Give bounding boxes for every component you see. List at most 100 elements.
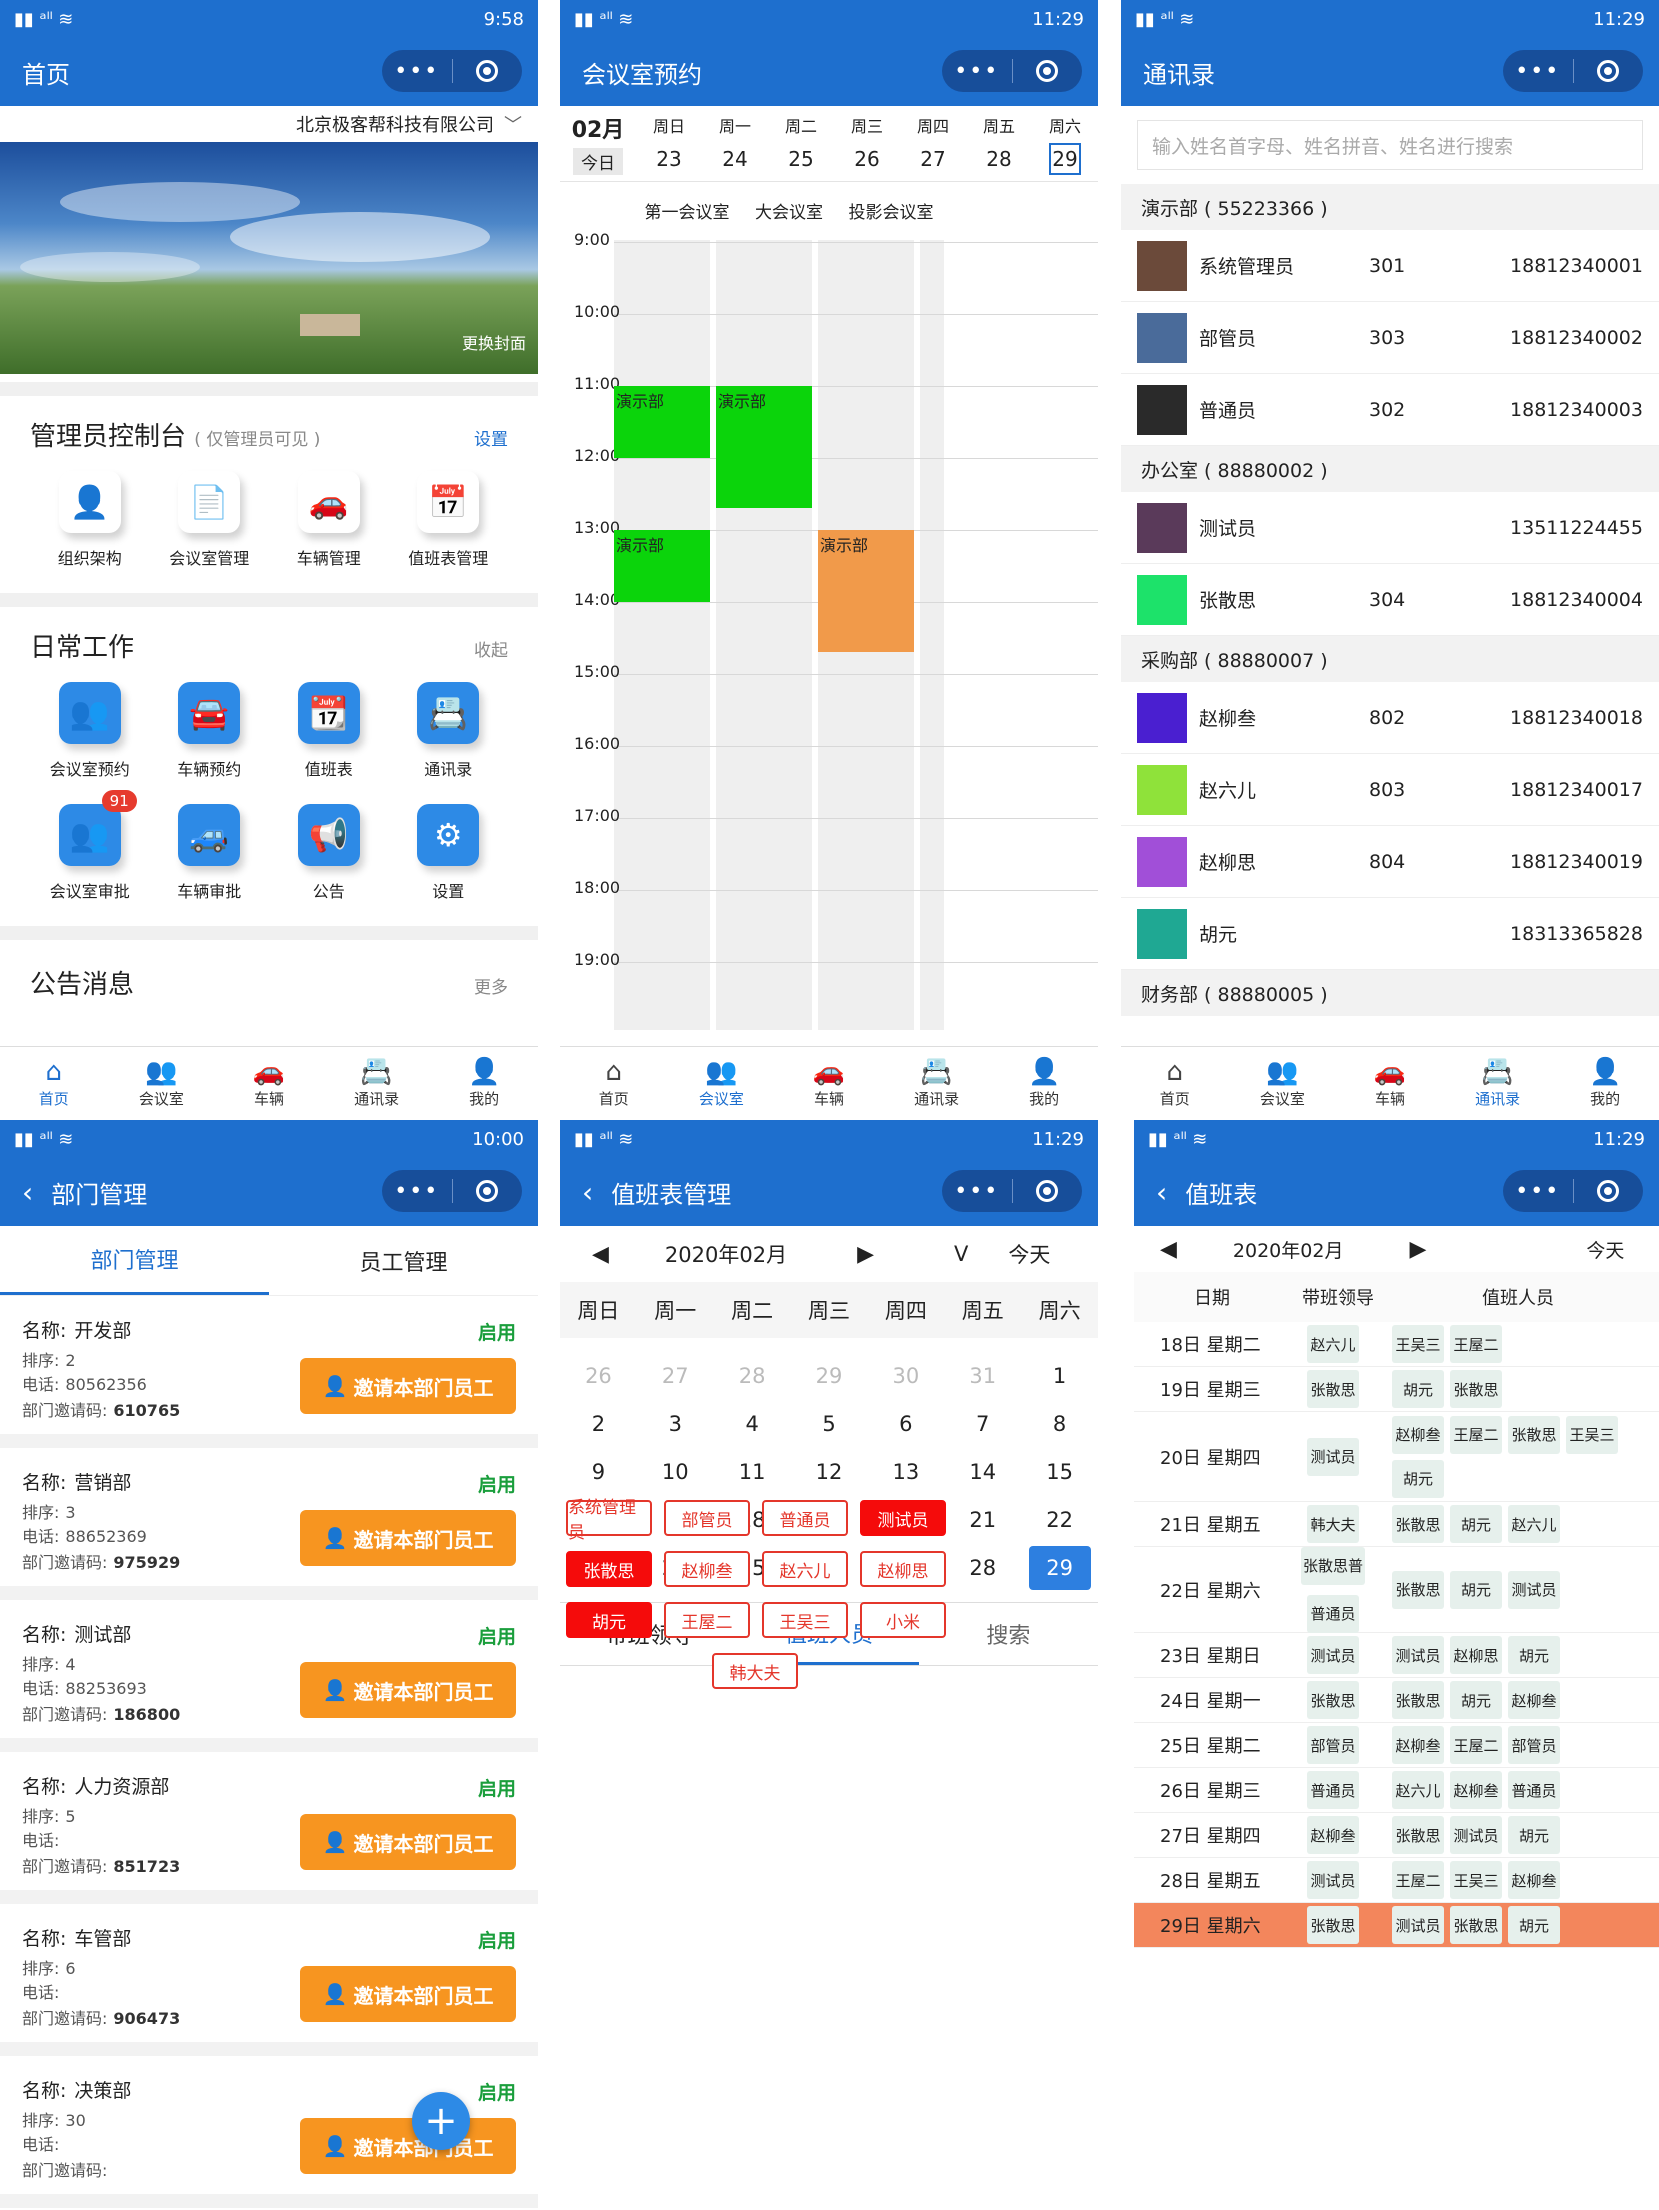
tab-home[interactable]: ⌂ 首页 xyxy=(0,1047,108,1118)
leader-chip[interactable]: 普通员 xyxy=(1307,1771,1359,1809)
person-button[interactable]: 韩大夫 xyxy=(712,1653,798,1689)
tab-contacts[interactable]: 📇 通讯录 xyxy=(323,1047,431,1118)
leader-chip[interactable]: 张散思 xyxy=(1307,1681,1359,1719)
staff-chip[interactable]: 赵柳叁 xyxy=(1508,1861,1560,1899)
booking-block[interactable]: 演示部 xyxy=(716,386,812,509)
contact-row[interactable]: 赵柳叁 802 18812340018 xyxy=(1121,682,1659,754)
staff-chip[interactable]: 赵柳叁 xyxy=(1392,1726,1444,1764)
duty-row[interactable]: 20日 星期四 测试员 赵柳叁 王屋二 张散思 王吴三 胡元 xyxy=(1134,1412,1659,1502)
leader-chip[interactable]: 测试员 xyxy=(1307,1861,1359,1899)
room-column[interactable] xyxy=(920,240,944,1030)
meeting-approval-item[interactable]: 👥 91 会议室审批 xyxy=(30,790,150,902)
staff-chip[interactable]: 测试员 xyxy=(1450,1816,1502,1854)
staff-chip[interactable]: 胡元 xyxy=(1450,1505,1502,1543)
staff-chip[interactable]: 赵柳叁 xyxy=(1508,1681,1560,1719)
collapse-link[interactable]: 收起 xyxy=(474,636,508,661)
duty-row[interactable]: 24日 星期一 张散思 张散思 胡元 赵柳叁 xyxy=(1134,1678,1659,1723)
prev-month-icon[interactable]: ◀ xyxy=(592,1242,609,1267)
calendar-day[interactable]: 1 xyxy=(1021,1352,1098,1400)
person-button[interactable]: 胡元 xyxy=(566,1602,652,1638)
leader-chip[interactable]: 张散思 xyxy=(1307,1906,1359,1944)
settings-link[interactable]: 设置 xyxy=(474,425,508,450)
meeting-room-mgmt-item[interactable]: 📄 会议室管理 xyxy=(150,471,270,569)
more-icon[interactable]: ••• xyxy=(1503,59,1573,84)
more-icon[interactable]: ••• xyxy=(942,59,1012,84)
invite-button[interactable]: 👤 邀请本部门员工 xyxy=(300,1966,516,2022)
tab-me[interactable]: 👤 我的 xyxy=(990,1047,1098,1118)
tab-contacts[interactable]: 📇 通讯录 xyxy=(883,1047,991,1118)
calendar-day[interactable]: 15 xyxy=(1021,1448,1098,1496)
calendar-day[interactable]: 12 xyxy=(791,1448,868,1496)
contacts-item[interactable]: 📇 通讯录 xyxy=(389,682,509,780)
calendar-day[interactable]: 29 xyxy=(1021,1544,1098,1592)
staff-chip[interactable]: 胡元 xyxy=(1450,1681,1502,1719)
calendar-day[interactable]: 28 xyxy=(944,1544,1021,1592)
staff-chip[interactable]: 测试员 xyxy=(1392,1906,1444,1944)
leader-chip[interactable]: 测试员 xyxy=(1307,1437,1359,1476)
duty-row[interactable]: 25日 星期二 部管员 赵柳叁 王屋二 部管员 xyxy=(1134,1723,1659,1768)
invite-button[interactable]: 👤 邀请本部门员工 xyxy=(300,1510,516,1566)
person-button[interactable]: 小米 xyxy=(860,1602,946,1638)
month-today[interactable]: 02月 今日 xyxy=(560,106,636,181)
calendar-day[interactable]: 3 xyxy=(637,1400,714,1448)
vehicle-mgmt-item[interactable]: 🚗 车辆管理 xyxy=(269,471,389,569)
meeting-booking-item[interactable]: 👥 会议室预约 xyxy=(30,682,150,780)
person-button[interactable]: 王屋二 xyxy=(664,1602,750,1638)
calendar-day[interactable]: 8 xyxy=(1021,1400,1098,1448)
notice-item[interactable]: 📢 公告 xyxy=(269,804,389,902)
contact-row[interactable]: 普通员 302 18812340003 xyxy=(1121,374,1659,446)
today-button[interactable]: 今天 xyxy=(1586,1236,1624,1263)
more-link[interactable]: 更多 xyxy=(474,973,508,998)
chevron-down-icon[interactable]: V xyxy=(954,1242,968,1266)
duty-row[interactable]: 26日 星期三 普通员 赵六儿 赵柳叁 普通员 xyxy=(1134,1768,1659,1813)
calendar-day[interactable]: 6 xyxy=(867,1400,944,1448)
tab-home[interactable]: ⌂ 首页 xyxy=(560,1047,668,1118)
leader-chip[interactable]: 测试员 xyxy=(1307,1636,1359,1674)
more-icon[interactable]: ••• xyxy=(942,1179,1012,1204)
company-selector[interactable]: 北京极客帮科技有限公司 ﹀ xyxy=(0,106,538,142)
calendar-day[interactable]: 30 xyxy=(867,1352,944,1400)
duty-row[interactable]: 27日 星期四 赵柳叁 张散思 测试员 胡元 xyxy=(1134,1813,1659,1858)
calendar-day[interactable]: 14 xyxy=(944,1448,1021,1496)
staff-chip[interactable]: 张散思 xyxy=(1392,1570,1444,1609)
duty-table-item[interactable]: 📆 值班表 xyxy=(269,682,389,780)
duty-row[interactable]: 28日 星期五 测试员 王屋二 王吴三 赵柳叁 xyxy=(1134,1858,1659,1903)
search-input[interactable]: 输入姓名首字母、姓名拼音、姓名进行搜索 xyxy=(1137,120,1643,170)
staff-chip[interactable]: 赵柳思 xyxy=(1450,1636,1502,1674)
staff-chip[interactable]: 王吴三 xyxy=(1392,1325,1444,1363)
person-button[interactable]: 系统管理员 xyxy=(566,1498,652,1543)
duty-row[interactable]: 18日 星期二 赵六儿 王吴三 王屋二 xyxy=(1134,1322,1659,1367)
staff-chip[interactable]: 王吴三 xyxy=(1566,1415,1618,1454)
person-button[interactable]: 张散思 xyxy=(566,1551,652,1587)
close-mini-icon[interactable] xyxy=(453,60,523,82)
staff-chip[interactable]: 张散思 xyxy=(1392,1681,1444,1719)
staff-chip[interactable]: 王吴三 xyxy=(1450,1861,1502,1899)
tab-vehicle[interactable]: 🚗 车辆 xyxy=(775,1047,883,1118)
leader-chip[interactable]: 张散思普 xyxy=(1301,1546,1365,1585)
duty-row[interactable]: 29日 星期六 张散思 测试员 张散思 胡元 xyxy=(1134,1903,1659,1948)
staff-chip[interactable]: 赵六儿 xyxy=(1508,1505,1560,1543)
staff-chip[interactable]: 赵六儿 xyxy=(1392,1771,1444,1809)
person-button[interactable]: 部管员 xyxy=(664,1500,750,1536)
contact-row[interactable]: 张散思 304 18812340004 xyxy=(1121,564,1659,636)
staff-chip[interactable]: 张散思 xyxy=(1450,1906,1502,1944)
back-icon[interactable]: ‹ xyxy=(22,1176,33,1209)
duty-row[interactable]: 21日 星期五 韩大夫 张散思 胡元 赵六儿 xyxy=(1134,1502,1659,1547)
person-button[interactable]: 赵柳思 xyxy=(860,1551,946,1587)
calendar-day[interactable]: 26 xyxy=(560,1352,637,1400)
invite-button[interactable]: 👤 邀请本部门员工 xyxy=(300,1662,516,1718)
add-dept-button[interactable]: + xyxy=(412,2092,470,2150)
day-fri[interactable]: 周五 28 xyxy=(966,106,1032,181)
tab-me[interactable]: 👤 我的 xyxy=(430,1047,538,1118)
staff-chip[interactable]: 测试员 xyxy=(1392,1636,1444,1674)
back-icon[interactable]: ‹ xyxy=(1156,1176,1167,1209)
staff-chip[interactable]: 王屋二 xyxy=(1450,1415,1502,1454)
vehicle-booking-item[interactable]: 🚘 车辆预约 xyxy=(150,682,270,780)
room-column[interactable] xyxy=(614,240,710,1030)
room-column[interactable] xyxy=(716,240,812,1030)
calendar-day[interactable]: 9 xyxy=(560,1448,637,1496)
calendar-day[interactable]: 5 xyxy=(791,1400,868,1448)
tab-vehicle[interactable]: 🚗 车辆 xyxy=(215,1047,323,1118)
calendar-day[interactable]: 27 xyxy=(637,1352,714,1400)
org-structure-item[interactable]: 👤 组织架构 xyxy=(30,471,150,569)
